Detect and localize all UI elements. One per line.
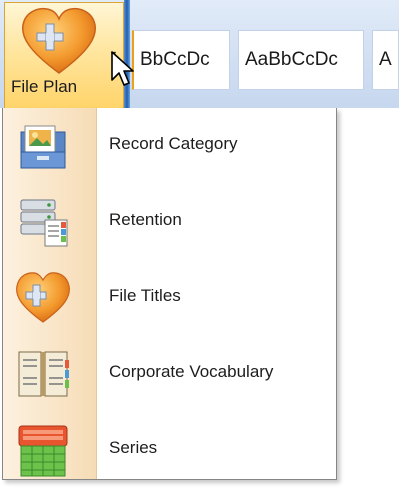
menu-item-file-titles[interactable]: File Titles <box>3 260 336 336</box>
quick-style-1[interactable]: BbCcDc <box>132 30 230 90</box>
menu-item-corporate-vocabulary[interactable]: Corporate Vocabulary <box>3 336 336 412</box>
menu-item-label: Record Category <box>109 134 238 153</box>
menu-item-label: Retention <box>109 210 182 229</box>
menu-item-series[interactable]: Series <box>3 412 336 488</box>
quick-style-3[interactable]: A <box>372 30 399 90</box>
file-plan-button[interactable]: File Plan ▼ <box>4 2 124 108</box>
menu-item-label: Series <box>109 438 158 457</box>
quick-style-2-label: AaBbCcDc <box>245 49 338 70</box>
menu-item-retention[interactable]: Retention <box>3 184 336 260</box>
record-category-icon <box>20 125 66 169</box>
file-plan-label: File Plan <box>11 77 78 96</box>
file-plan-dropdown-menu: Record Category Retention File Titles Co… <box>2 108 337 480</box>
file-titles-icon <box>16 272 70 323</box>
retention-icon <box>20 199 68 247</box>
quick-style-3-label: A <box>379 49 392 70</box>
mouse-cursor-icon <box>111 51 134 86</box>
quick-style-1-label: BbCcDc <box>140 49 210 70</box>
menu-item-label: Corporate Vocabulary <box>109 362 274 381</box>
series-icon <box>18 425 68 477</box>
file-plan-heart-icon <box>21 7 97 74</box>
corporate-vocabulary-icon <box>18 351 69 397</box>
menu-item-record-category[interactable]: Record Category <box>3 108 336 184</box>
quick-style-2[interactable]: AaBbCcDc <box>238 30 364 90</box>
menu-item-label: File Titles <box>109 286 181 305</box>
